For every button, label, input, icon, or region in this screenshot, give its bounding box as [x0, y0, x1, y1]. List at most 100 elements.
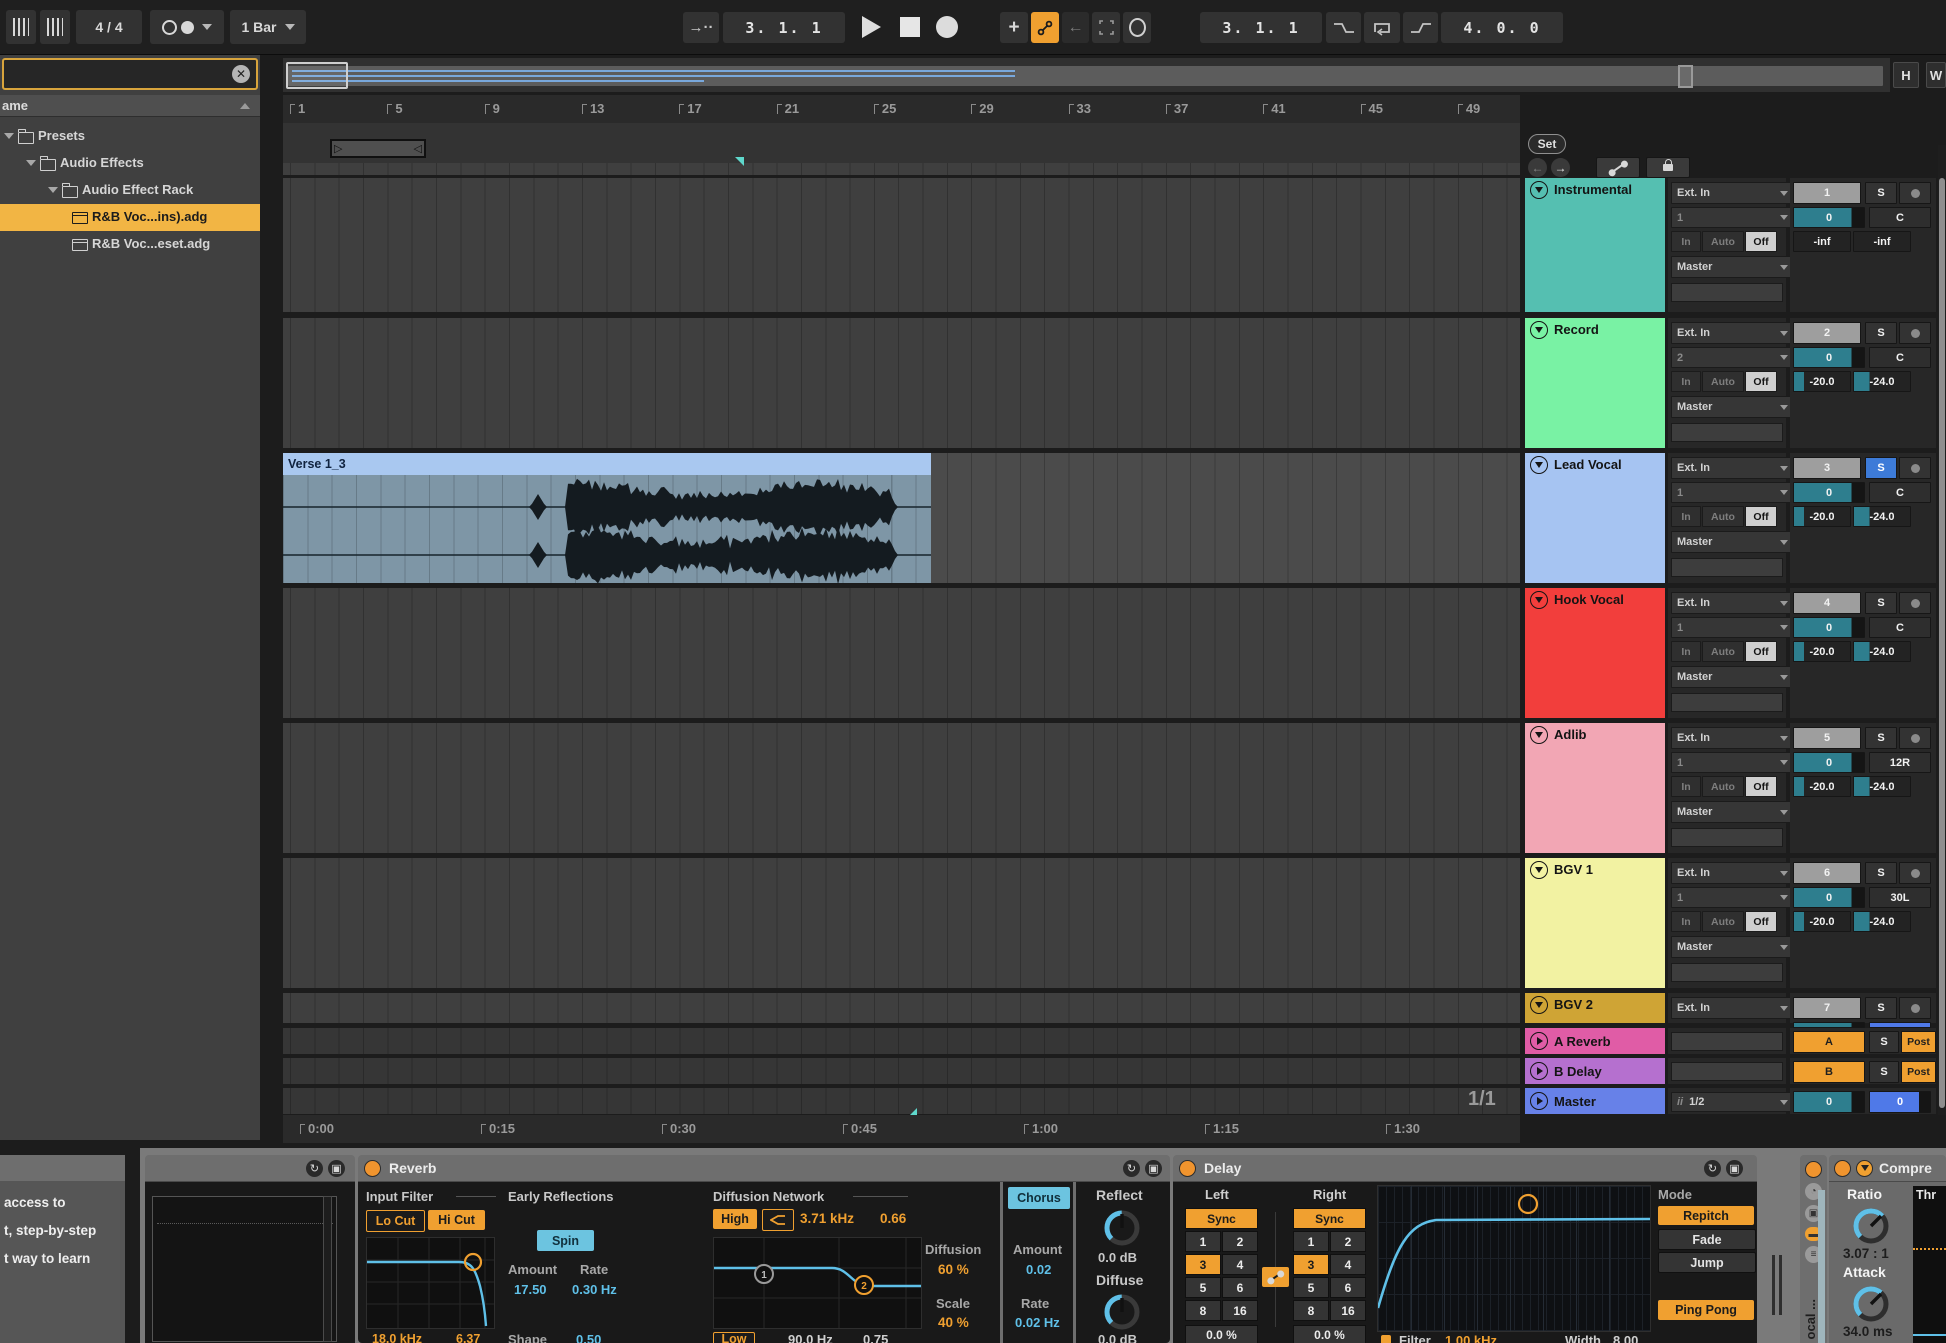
- pan-box[interactable]: 12R: [1869, 752, 1931, 773]
- sync-toggle[interactable]: Sync: [1185, 1208, 1258, 1229]
- browser-item-audio-effect-rack[interactable]: Audio Effect Rack: [0, 177, 260, 204]
- loop-end-handle-icon[interactable]: ◁: [414, 142, 422, 155]
- delay-power-led[interactable]: [1179, 1160, 1196, 1177]
- overview-zoom-handle[interactable]: [1678, 65, 1693, 88]
- meter-right-box[interactable]: -24.0: [1853, 506, 1911, 527]
- volume-box[interactable]: 0: [1793, 207, 1865, 228]
- track-number-box[interactable]: 1: [1793, 182, 1861, 204]
- hot-swap-icon[interactable]: ↻: [1704, 1160, 1721, 1177]
- prev-locator-button[interactable]: ←: [1528, 158, 1547, 177]
- beat-division-button[interactable]: 4: [1330, 1254, 1366, 1275]
- post-toggle[interactable]: Post: [1901, 1061, 1936, 1083]
- beat-division-button[interactable]: 2: [1222, 1231, 1258, 1252]
- volume-box[interactable]: 0: [1793, 887, 1865, 908]
- track-number-box[interactable]: 3: [1793, 457, 1861, 479]
- pan-box[interactable]: C: [1869, 617, 1931, 638]
- collapse-toggle-icon[interactable]: [1530, 1032, 1548, 1050]
- monitor-off-button[interactable]: Off: [1745, 231, 1777, 252]
- lane-bgv-2[interactable]: [283, 993, 1520, 1023]
- track-name-cell-b-delay[interactable]: B Delay: [1525, 1058, 1665, 1084]
- beat-division-button[interactable]: 3: [1185, 1254, 1221, 1275]
- output-dropdown[interactable]: Master: [1671, 256, 1793, 278]
- rack-device-title-bar[interactable]: ↻ ▣: [145, 1155, 355, 1182]
- pan-box[interactable]: C: [1869, 207, 1931, 228]
- solo-button[interactable]: S: [1865, 997, 1897, 1019]
- beat-division-button[interactable]: 4: [1222, 1254, 1258, 1275]
- attack-value[interactable]: 34.0 ms: [1843, 1324, 1893, 1339]
- input-type-dropdown[interactable]: Ext. In: [1671, 457, 1793, 479]
- beat-division-button[interactable]: 5: [1185, 1277, 1221, 1298]
- beat-division-button[interactable]: 6: [1330, 1277, 1366, 1298]
- punch-out-button[interactable]: [1403, 12, 1438, 43]
- browser-name-column-header[interactable]: ame: [0, 95, 260, 117]
- browser-search-input[interactable]: ✕: [2, 58, 258, 90]
- meter-left-box[interactable]: -inf: [1793, 231, 1851, 252]
- chorus-amount-value[interactable]: 0.02: [1026, 1262, 1051, 1277]
- input-type-dropdown[interactable]: Ext. In: [1671, 322, 1793, 344]
- diffusion-graph[interactable]: 1 2: [713, 1237, 922, 1329]
- reflect-knob[interactable]: [1100, 1206, 1144, 1250]
- lane-hook-vocal[interactable]: [283, 588, 1520, 718]
- lane-a-reverb[interactable]: [283, 1028, 1520, 1054]
- meter-right-box[interactable]: -24.0: [1853, 371, 1911, 392]
- output-dropdown[interactable]: Master: [1671, 396, 1793, 418]
- reenable-automation-button[interactable]: ←: [1062, 12, 1089, 43]
- solo-button[interactable]: S: [1865, 727, 1897, 749]
- lane-adlib[interactable]: [283, 723, 1520, 853]
- arm-button[interactable]: [1899, 592, 1931, 614]
- monitor-off-button[interactable]: Off: [1745, 776, 1777, 797]
- beat-division-button[interactable]: 6: [1222, 1277, 1258, 1298]
- monitor-auto-button[interactable]: Auto: [1702, 776, 1744, 797]
- loop-link-button[interactable]: [1596, 157, 1640, 178]
- low-shelf-toggle[interactable]: Low: [713, 1332, 755, 1343]
- lane-record[interactable]: [283, 318, 1520, 448]
- draw-mode-button[interactable]: [1031, 12, 1059, 43]
- mode-repitch-button[interactable]: Repitch: [1658, 1206, 1754, 1225]
- delay-title-bar[interactable]: Delay ↻ ▣: [1173, 1155, 1757, 1182]
- new-midi-track-button[interactable]: +: [1000, 12, 1028, 43]
- input-channel-dropdown[interactable]: 2: [1671, 347, 1793, 368]
- monitor-auto-button[interactable]: Auto: [1702, 506, 1744, 527]
- collapse-toggle-icon[interactable]: [1530, 996, 1548, 1014]
- pan-box[interactable]: 30L: [1869, 887, 1931, 908]
- input-type-dropdown[interactable]: Ext. In: [1671, 182, 1793, 204]
- delay-filter-freq[interactable]: 1.00 kHz: [1445, 1333, 1497, 1343]
- monitor-in-button[interactable]: In: [1671, 641, 1701, 662]
- collapse-toggle-icon[interactable]: [1530, 726, 1548, 744]
- ping-pong-toggle[interactable]: Ping Pong: [1658, 1300, 1754, 1320]
- sync-toggle[interactable]: Sync: [1293, 1208, 1366, 1229]
- next-locator-button[interactable]: →: [1551, 158, 1570, 177]
- lock-envelopes-button[interactable]: [1646, 157, 1690, 178]
- meter-left-box[interactable]: -20.0: [1793, 911, 1851, 932]
- hot-swap-icon[interactable]: ↻: [306, 1160, 323, 1177]
- input-filter-graph[interactable]: [366, 1237, 495, 1329]
- optimize-width-button[interactable]: W: [1926, 62, 1946, 88]
- monitor-auto-button[interactable]: Auto: [1702, 231, 1744, 252]
- collapse-toggle-icon[interactable]: [1530, 321, 1548, 339]
- meter-left-box[interactable]: -20.0: [1793, 371, 1851, 392]
- track-number-box[interactable]: 4: [1793, 592, 1861, 614]
- delay-filter-graph[interactable]: [1377, 1185, 1651, 1332]
- monitor-off-button[interactable]: Off: [1745, 911, 1777, 932]
- volume-box[interactable]: 0: [1793, 482, 1865, 503]
- volume-box[interactable]: 0: [1793, 1091, 1865, 1113]
- loop-length-display[interactable]: 4. 0. 0: [1441, 12, 1563, 43]
- track-name-cell-master[interactable]: Master: [1525, 1088, 1665, 1114]
- meter-left-box[interactable]: -20.0: [1793, 776, 1851, 797]
- offset-box[interactable]: 0.0 %: [1185, 1325, 1258, 1343]
- output-dropdown[interactable]: Master: [1671, 936, 1793, 958]
- arm-button[interactable]: [1899, 182, 1931, 204]
- track-name-cell-record[interactable]: Record: [1525, 318, 1665, 448]
- monitor-off-button[interactable]: Off: [1745, 371, 1777, 392]
- monitor-auto-button[interactable]: Auto: [1702, 641, 1744, 662]
- expander-icon[interactable]: [26, 160, 36, 166]
- offset-box[interactable]: 0.0 %: [1293, 1325, 1366, 1343]
- metronome-button[interactable]: [150, 10, 224, 44]
- er-shape-value[interactable]: 0.50: [576, 1332, 601, 1343]
- stereo-link-button[interactable]: [1262, 1267, 1289, 1287]
- shelf-shape-button[interactable]: [762, 1209, 794, 1231]
- send-box[interactable]: A: [1793, 1031, 1865, 1053]
- collapse-toggle-icon[interactable]: [1530, 1092, 1548, 1110]
- arrangement-loop-brace[interactable]: ▷◁: [330, 139, 426, 158]
- punch-in-button[interactable]: [1326, 12, 1361, 43]
